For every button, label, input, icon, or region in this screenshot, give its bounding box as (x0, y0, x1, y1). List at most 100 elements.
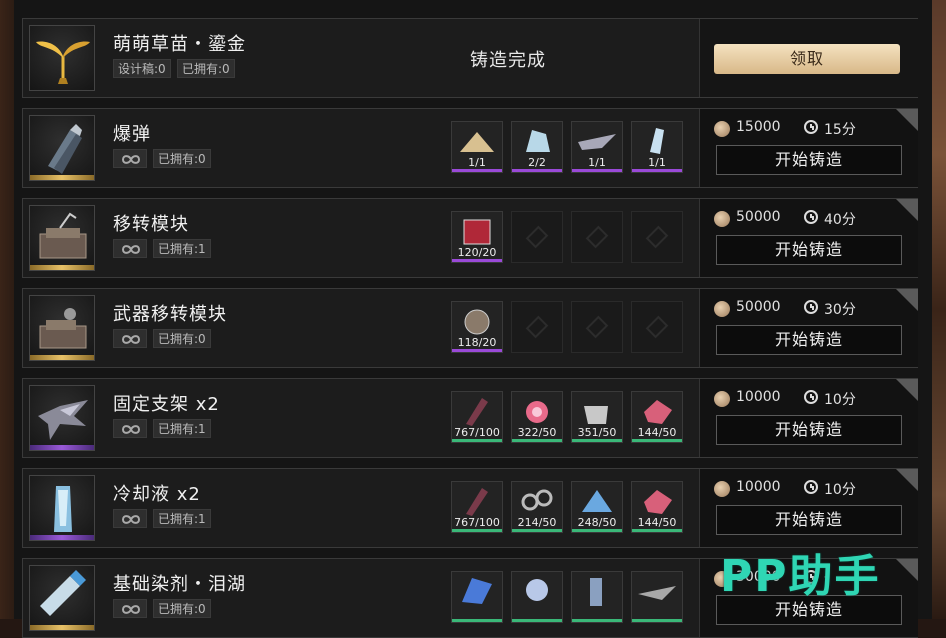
recipe-name: 武器移转模块 (113, 304, 227, 325)
material-slot[interactable]: 1/1 (631, 121, 683, 173)
material-slot[interactable] (571, 571, 623, 623)
material-rarity-line (452, 169, 502, 172)
material-slot[interactable]: 767/100 (451, 481, 503, 533)
material-slot[interactable]: 144/50 (631, 391, 683, 443)
coin-icon (714, 391, 730, 407)
empty-material-slot (571, 301, 623, 353)
forge-section: 50000 30分 开始铸造 (699, 289, 918, 367)
material-slot[interactable]: 1/1 (571, 121, 623, 173)
material-rarity-line (452, 349, 502, 352)
clock-icon (804, 390, 818, 404)
clock-icon (804, 120, 818, 134)
coin-icon (714, 301, 730, 317)
forge-section: 15000 15分 开始铸造 (699, 109, 918, 187)
forge-complete-status: 铸造完成 (470, 50, 546, 71)
wing-blade-icon (578, 134, 616, 150)
material-rarity-line (632, 439, 682, 442)
pin-corner-icon[interactable] (896, 469, 918, 491)
coin-cost: 10000 (736, 479, 781, 495)
pin-corner-icon[interactable] (896, 109, 918, 131)
material-rarity-line (452, 619, 502, 622)
pink-gem-icon (644, 400, 672, 424)
infinite-icon (113, 509, 147, 528)
material-slot[interactable]: 214/50 (511, 481, 563, 533)
empty-slot-icon (645, 225, 669, 249)
start-forge-button[interactable]: 开始铸造 (716, 325, 902, 355)
material-count: 1/1 (648, 156, 666, 169)
empty-slot-icon (585, 315, 609, 339)
chain-icon (521, 489, 553, 511)
material-rarity-line (512, 619, 562, 622)
material-count: 2/2 (528, 156, 546, 169)
material-rarity-line (512, 439, 562, 442)
item-icon (29, 475, 95, 541)
recipe-name: 爆弹 (113, 124, 151, 145)
material-rarity-line (572, 439, 622, 442)
material-slot[interactable]: 144/50 (631, 481, 683, 533)
recipe-row: 移转模块 已拥有:1 120/20 50000 40分 开始铸造 (22, 198, 918, 278)
clock-icon (804, 480, 818, 494)
material-slot[interactable]: 767/100 (451, 391, 503, 443)
claim-button[interactable]: 领取 (714, 44, 900, 74)
material-count: 214/50 (517, 516, 557, 529)
forge-section: 10000 10分 开始铸造 (699, 379, 918, 457)
pink-flower-icon (526, 401, 548, 423)
pin-corner-icon[interactable] (896, 559, 918, 581)
owned-count: 已拥有:1 (153, 239, 211, 258)
rarity-bar (30, 625, 94, 630)
material-rarity-line (572, 619, 622, 622)
material-slot[interactable]: 351/50 (571, 391, 623, 443)
material-rarity-line (572, 169, 622, 172)
material-slot[interactable]: 120/20 (451, 211, 503, 263)
empty-material-slot (631, 301, 683, 353)
recipe-name: 固定支架 x2 (113, 394, 220, 415)
material-slot[interactable] (631, 571, 683, 623)
item-icon (29, 565, 95, 631)
material-rarity-line (452, 439, 502, 442)
coin-cost: 15000 (736, 119, 781, 135)
pin-corner-icon[interactable] (896, 289, 918, 311)
rarity-bar (30, 175, 94, 180)
start-forge-button[interactable]: 开始铸造 (716, 235, 902, 265)
recipe-name: 移转模块 (113, 214, 189, 235)
recipe-row: 冷却液 x2 已拥有:1 767/100 214/50 248/50 144/5… (22, 468, 918, 548)
material-slot[interactable] (451, 571, 503, 623)
powder-pile-icon (460, 132, 494, 152)
completed-item-name: 萌萌草苗・鎏金 (113, 34, 246, 55)
pin-corner-icon[interactable] (896, 379, 918, 401)
ice-crystal-icon (650, 128, 664, 154)
owned-count: 已拥有:0 (177, 59, 235, 78)
start-forge-button[interactable]: 开始铸造 (716, 505, 902, 535)
rarity-bar (30, 445, 94, 450)
infinite-icon (113, 419, 147, 438)
forge-time: 10分 (824, 482, 856, 498)
material-rarity-line (452, 259, 502, 262)
material-count: 118/20 (457, 336, 497, 349)
blue-wing-icon (462, 578, 492, 604)
owned-count: 已拥有:0 (153, 329, 211, 348)
material-rarity-line (572, 529, 622, 532)
owned-count: 已拥有:1 (153, 509, 211, 528)
material-slot[interactable] (511, 571, 563, 623)
pin-corner-icon[interactable] (896, 199, 918, 221)
material-slot[interactable]: 118/20 (451, 301, 503, 353)
feather-icon (466, 488, 488, 516)
item-icon (29, 115, 95, 181)
forge-time: 40分 (824, 212, 856, 228)
material-count: 767/100 (454, 516, 500, 529)
material-slot[interactable]: 1/1 (451, 121, 503, 173)
material-slot[interactable]: 248/50 (571, 481, 623, 533)
start-forge-button[interactable]: 开始铸造 (716, 415, 902, 445)
material-rarity-line (632, 529, 682, 532)
material-slot[interactable]: 322/50 (511, 391, 563, 443)
start-forge-button[interactable]: 开始铸造 (716, 145, 902, 175)
recipe-row: 固定支架 x2 已拥有:1 767/100 322/50 351/50 144/… (22, 378, 918, 458)
crystal-flower-icon (526, 579, 548, 601)
empty-material-slot (571, 211, 623, 263)
recipe-name: 基础染剂・泪湖 (113, 574, 246, 595)
material-slot[interactable]: 2/2 (511, 121, 563, 173)
material-count: 248/50 (577, 516, 617, 529)
empty-slot-icon (525, 315, 549, 339)
forge-section: 10000 10分 开始铸造 (699, 469, 918, 547)
grey-wing-icon (638, 586, 676, 600)
